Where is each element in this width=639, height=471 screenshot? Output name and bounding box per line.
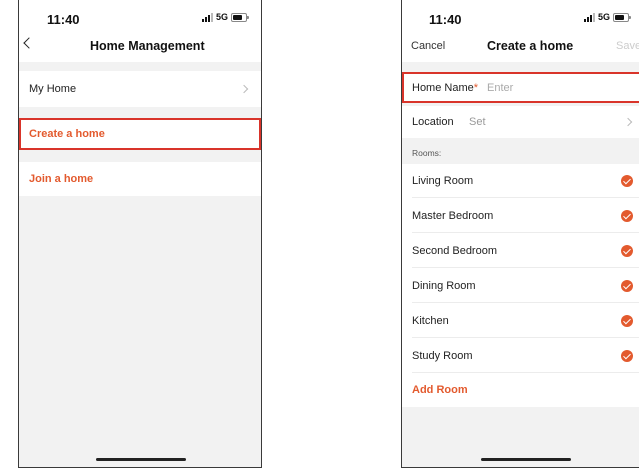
highlight-box	[402, 72, 639, 103]
room-item[interactable]: Living Room	[402, 164, 639, 198]
status-icons: 5G	[583, 12, 631, 22]
chevron-right-icon	[623, 117, 633, 127]
network-type: 5G	[597, 12, 610, 22]
status-time: 11:40	[429, 12, 462, 27]
checkmark-icon[interactable]	[621, 279, 633, 292]
room-item[interactable]: Kitchen	[402, 303, 639, 338]
room-label: Study Room	[412, 349, 473, 362]
status-bar: 11:40 5G	[19, 0, 261, 28]
save-button[interactable]: Save	[616, 40, 639, 52]
rooms-header: Rooms:	[412, 148, 442, 158]
location-row[interactable]: Location Set	[402, 106, 639, 138]
rooms-list: Living Room Master Bedroom Second Bedroo…	[402, 164, 639, 407]
battery-icon	[231, 13, 249, 22]
home-management-screen: 11:40 5G Home Management My Home Create …	[18, 0, 262, 468]
room-item[interactable]: Study Room	[402, 338, 639, 373]
room-label: Kitchen	[412, 314, 449, 327]
cancel-button[interactable]: Cancel	[411, 40, 445, 52]
signal-icon	[201, 13, 213, 22]
checkmark-icon[interactable]	[621, 314, 633, 327]
nav-bar: Home Management	[19, 28, 261, 62]
chevron-right-icon	[239, 84, 249, 94]
location-value: Set	[469, 116, 486, 128]
status-bar: 11:40 5G	[402, 0, 639, 28]
checkmark-icon[interactable]	[621, 244, 633, 257]
join-home-label: Join a home	[29, 173, 94, 185]
add-room-label: Add Room	[412, 384, 468, 396]
my-home-label: My Home	[29, 83, 77, 95]
checkmark-icon[interactable]	[621, 175, 633, 187]
status-time: 11:40	[47, 12, 80, 27]
my-home-item[interactable]: My Home	[19, 71, 261, 107]
create-home-screen: 11:40 5G Cancel Create a home Save Home …	[401, 0, 639, 468]
page-title: Home Management	[90, 39, 205, 53]
checkmark-icon[interactable]	[621, 349, 633, 362]
join-home-item[interactable]: Join a home	[19, 162, 261, 196]
highlight-box	[19, 118, 261, 150]
page-title: Create a home	[487, 39, 574, 53]
room-label: Master Bedroom	[412, 209, 494, 222]
nav-bar: Cancel Create a home Save	[402, 28, 639, 62]
home-indicator	[96, 458, 186, 461]
room-label: Living Room	[412, 175, 474, 187]
battery-icon	[613, 13, 631, 22]
room-label: Dining Room	[412, 279, 476, 292]
room-item[interactable]: Master Bedroom	[402, 198, 639, 233]
home-indicator	[481, 458, 571, 461]
room-item[interactable]: Second Bedroom	[402, 233, 639, 268]
status-icons: 5G	[201, 12, 249, 22]
back-icon[interactable]	[23, 37, 35, 49]
signal-icon	[583, 13, 595, 22]
room-item[interactable]: Dining Room	[402, 268, 639, 303]
add-room-button[interactable]: Add Room	[402, 373, 639, 407]
room-label: Second Bedroom	[412, 244, 497, 257]
checkmark-icon[interactable]	[621, 209, 633, 222]
location-label: Location	[412, 116, 454, 128]
network-type: 5G	[215, 12, 228, 22]
